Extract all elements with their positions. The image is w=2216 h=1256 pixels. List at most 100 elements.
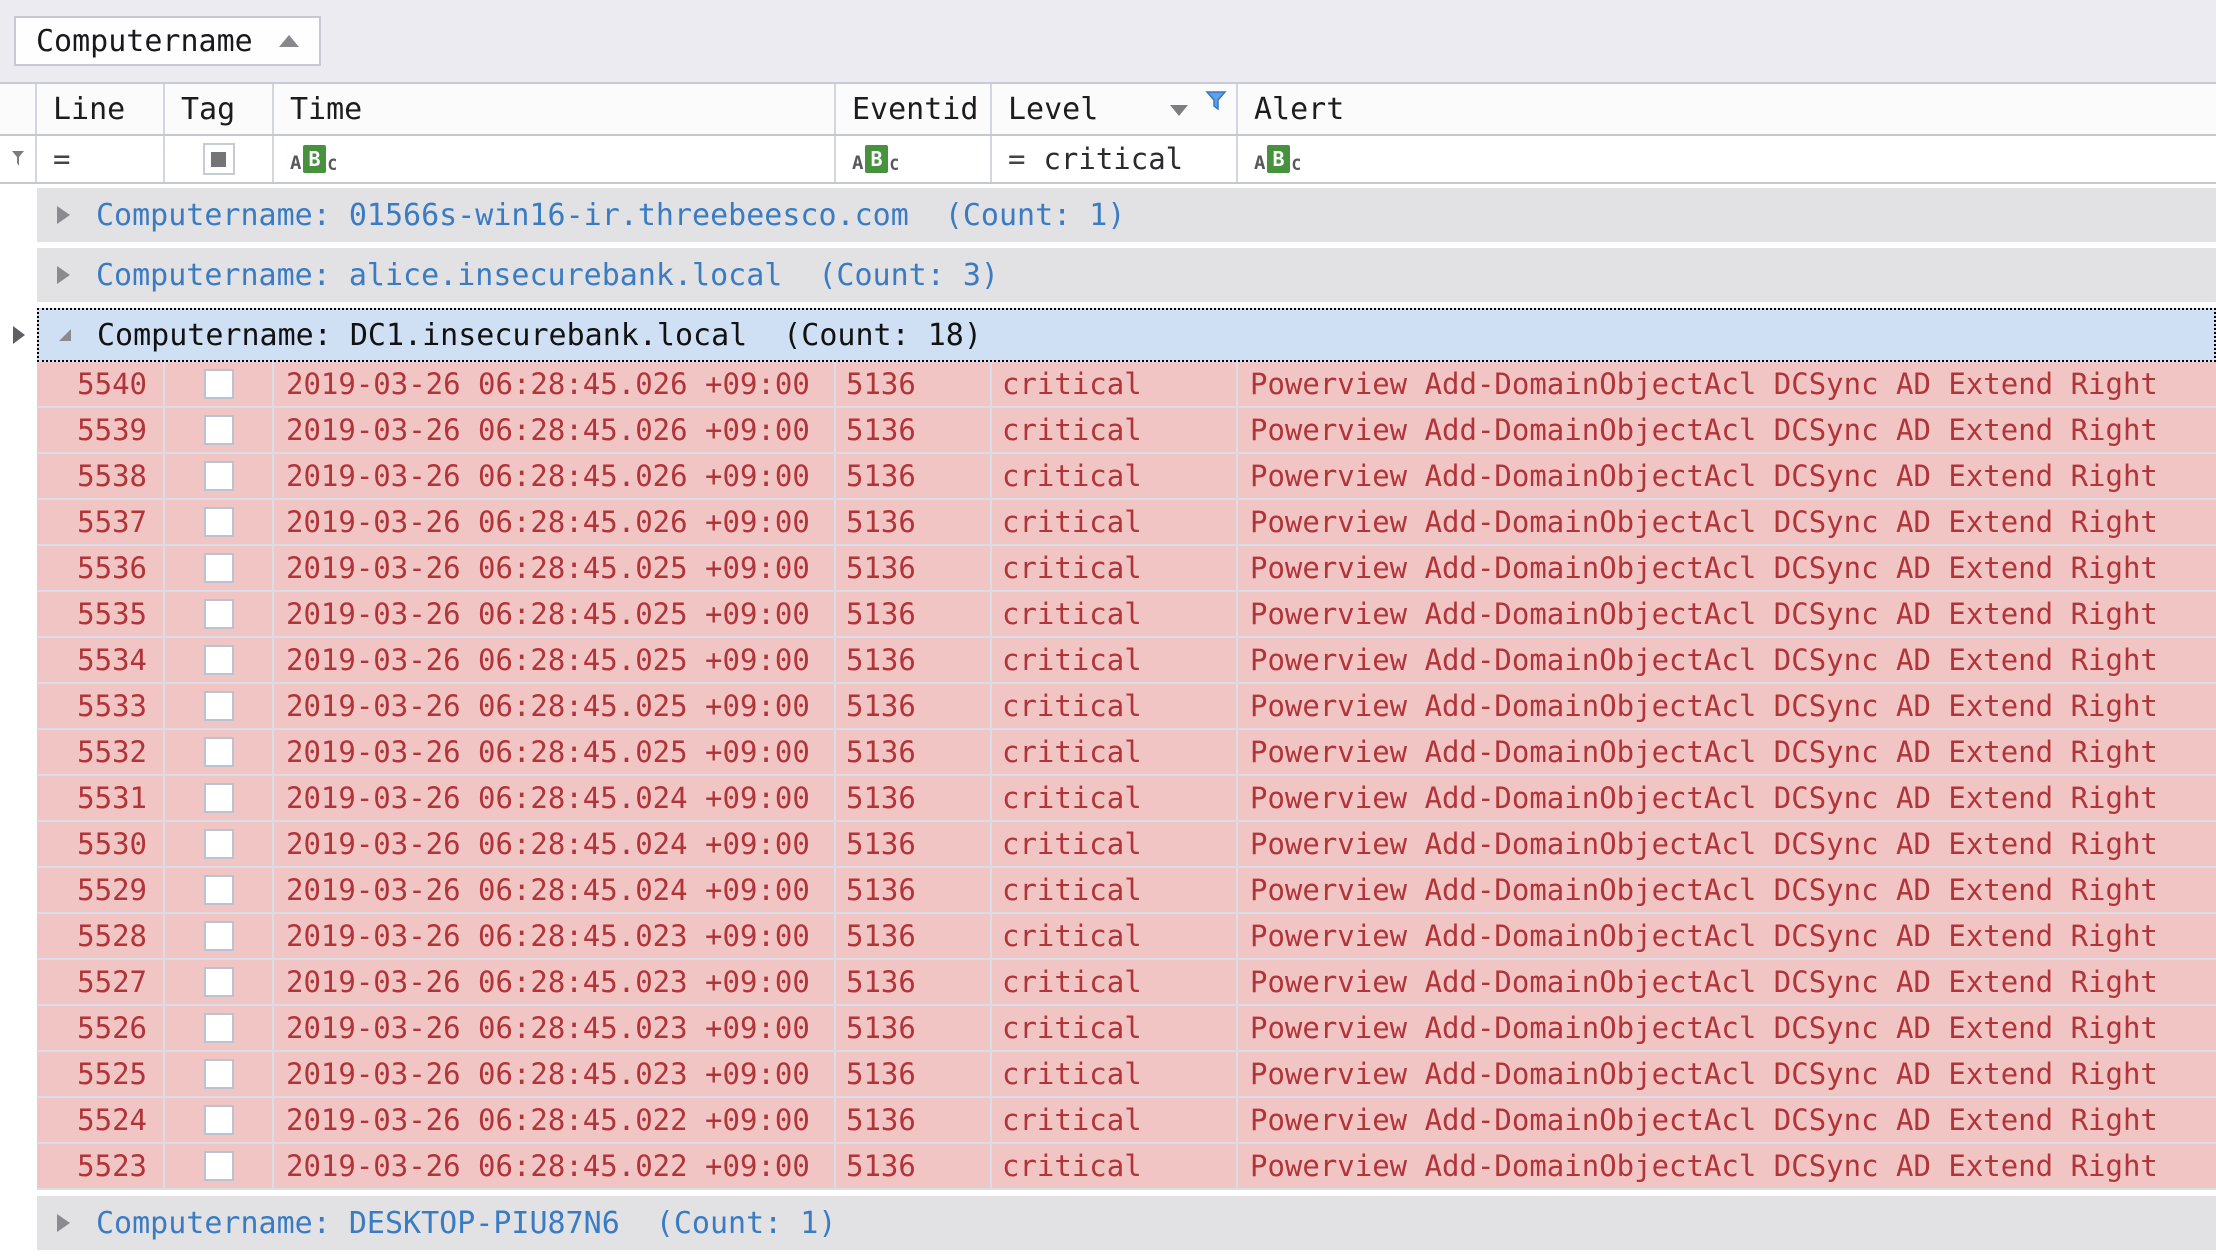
- log-row[interactable]: 5533 2019-03-26 06:28:45.025 +09:00 5136…: [0, 684, 2216, 730]
- time-cell[interactable]: 2019-03-26 06:28:45.023 +09:00: [274, 960, 836, 1006]
- tag-checkbox[interactable]: [204, 1151, 234, 1181]
- tag-checkbox[interactable]: [204, 461, 234, 491]
- group-collapsed-icon[interactable]: [57, 206, 70, 224]
- time-cell[interactable]: 2019-03-26 06:28:45.023 +09:00: [274, 914, 836, 960]
- filter-cell-eventid[interactable]: ABC: [836, 136, 992, 182]
- alert-cell[interactable]: Powerview Add-DomainObjectAcl DCSync AD …: [1238, 1098, 2216, 1144]
- line-cell[interactable]: 5531: [37, 776, 165, 822]
- column-header-line[interactable]: Line: [37, 84, 165, 134]
- tag-cell[interactable]: [165, 1098, 274, 1144]
- line-cell[interactable]: 5539: [37, 408, 165, 454]
- level-cell[interactable]: critical: [992, 1006, 1238, 1052]
- tag-cell[interactable]: [165, 592, 274, 638]
- time-cell[interactable]: 2019-03-26 06:28:45.025 +09:00: [274, 546, 836, 592]
- level-cell[interactable]: critical: [992, 362, 1238, 408]
- eventid-cell[interactable]: 5136: [836, 1098, 992, 1144]
- eventid-cell[interactable]: 5136: [836, 500, 992, 546]
- eventid-cell[interactable]: 5136: [836, 638, 992, 684]
- tag-checkbox[interactable]: [204, 645, 234, 675]
- column-header-alert[interactable]: Alert: [1238, 84, 2216, 134]
- log-row[interactable]: 5535 2019-03-26 06:28:45.025 +09:00 5136…: [0, 592, 2216, 638]
- log-row[interactable]: 5532 2019-03-26 06:28:45.025 +09:00 5136…: [0, 730, 2216, 776]
- log-row[interactable]: 5523 2019-03-26 06:28:45.022 +09:00 5136…: [0, 1144, 2216, 1190]
- eventid-cell[interactable]: 5136: [836, 362, 992, 408]
- filter-cell-level[interactable]: = critical: [992, 136, 1238, 182]
- line-cell[interactable]: 5535: [37, 592, 165, 638]
- level-cell[interactable]: critical: [992, 1098, 1238, 1144]
- time-cell[interactable]: 2019-03-26 06:28:45.023 +09:00: [274, 1006, 836, 1052]
- group-row-bar[interactable]: Computername: DESKTOP-PIU87N6 (Count: 1): [37, 1196, 2216, 1250]
- tag-checkbox[interactable]: [204, 599, 234, 629]
- log-row[interactable]: 5537 2019-03-26 06:28:45.026 +09:00 5136…: [0, 500, 2216, 546]
- alert-cell[interactable]: Powerview Add-DomainObjectAcl DCSync AD …: [1238, 868, 2216, 914]
- group-row-bar[interactable]: Computername: 01566s-win16-ir.threebeesc…: [37, 188, 2216, 242]
- alert-cell[interactable]: Powerview Add-DomainObjectAcl DCSync AD …: [1238, 730, 2216, 776]
- alert-cell[interactable]: Powerview Add-DomainObjectAcl DCSync AD …: [1238, 546, 2216, 592]
- log-row[interactable]: 5527 2019-03-26 06:28:45.023 +09:00 5136…: [0, 960, 2216, 1006]
- alert-cell[interactable]: Powerview Add-DomainObjectAcl DCSync AD …: [1238, 408, 2216, 454]
- level-cell[interactable]: critical: [992, 592, 1238, 638]
- eventid-cell[interactable]: 5136: [836, 1052, 992, 1098]
- time-cell[interactable]: 2019-03-26 06:28:45.026 +09:00: [274, 408, 836, 454]
- tag-cell[interactable]: [165, 914, 274, 960]
- log-row[interactable]: 5524 2019-03-26 06:28:45.022 +09:00 5136…: [0, 1098, 2216, 1144]
- column-header-tag[interactable]: Tag: [165, 84, 274, 134]
- level-cell[interactable]: critical: [992, 684, 1238, 730]
- group-collapsed-icon[interactable]: [57, 1214, 70, 1232]
- line-cell[interactable]: 5525: [37, 1052, 165, 1098]
- log-row[interactable]: 5525 2019-03-26 06:28:45.023 +09:00 5136…: [0, 1052, 2216, 1098]
- contains-abc-filter-icon[interactable]: ABC: [852, 145, 899, 173]
- tag-cell[interactable]: [165, 546, 274, 592]
- eventid-cell[interactable]: 5136: [836, 776, 992, 822]
- tag-checkbox[interactable]: [204, 875, 234, 905]
- tag-checkbox[interactable]: [204, 967, 234, 997]
- tag-cell[interactable]: [165, 1052, 274, 1098]
- log-row[interactable]: 5536 2019-03-26 06:28:45.025 +09:00 5136…: [0, 546, 2216, 592]
- alert-cell[interactable]: Powerview Add-DomainObjectAcl DCSync AD …: [1238, 914, 2216, 960]
- contains-abc-filter-icon[interactable]: ABC: [290, 145, 337, 173]
- group-row[interactable]: Computername: alice.insecurebank.local (…: [0, 248, 2216, 302]
- line-cell[interactable]: 5532: [37, 730, 165, 776]
- time-cell[interactable]: 2019-03-26 06:28:45.025 +09:00: [274, 592, 836, 638]
- tag-checkbox[interactable]: [204, 737, 234, 767]
- tag-checkbox[interactable]: [204, 369, 234, 399]
- group-row-bar[interactable]: Computername: DC1.insecurebank.local (Co…: [37, 308, 2216, 362]
- filter-cell-alert[interactable]: ABC: [1238, 136, 2216, 182]
- level-cell[interactable]: critical: [992, 546, 1238, 592]
- filter-cell-time[interactable]: ABC: [274, 136, 836, 182]
- line-cell[interactable]: 5537: [37, 500, 165, 546]
- filter-cell-tag[interactable]: [165, 136, 274, 182]
- alert-cell[interactable]: Powerview Add-DomainObjectAcl DCSync AD …: [1238, 500, 2216, 546]
- alert-cell[interactable]: Powerview Add-DomainObjectAcl DCSync AD …: [1238, 638, 2216, 684]
- eventid-cell[interactable]: 5136: [836, 1144, 992, 1190]
- tag-cell[interactable]: [165, 500, 274, 546]
- tag-cell[interactable]: [165, 1006, 274, 1052]
- log-row[interactable]: 5540 2019-03-26 06:28:45.026 +09:00 5136…: [0, 362, 2216, 408]
- alert-cell[interactable]: Powerview Add-DomainObjectAcl DCSync AD …: [1238, 960, 2216, 1006]
- alert-cell[interactable]: Powerview Add-DomainObjectAcl DCSync AD …: [1238, 1144, 2216, 1190]
- tag-filter-checkbox[interactable]: [203, 143, 235, 175]
- tag-cell[interactable]: [165, 1144, 274, 1190]
- level-dropdown-arrow-icon[interactable]: [1170, 105, 1188, 116]
- alert-cell[interactable]: Powerview Add-DomainObjectAcl DCSync AD …: [1238, 592, 2216, 638]
- tag-cell[interactable]: [165, 960, 274, 1006]
- tag-cell[interactable]: [165, 730, 274, 776]
- alert-cell[interactable]: Powerview Add-DomainObjectAcl DCSync AD …: [1238, 1006, 2216, 1052]
- line-cell[interactable]: 5530: [37, 822, 165, 868]
- level-cell[interactable]: critical: [992, 1144, 1238, 1190]
- level-cell[interactable]: critical: [992, 914, 1238, 960]
- level-cell[interactable]: critical: [992, 960, 1238, 1006]
- alert-cell[interactable]: Powerview Add-DomainObjectAcl DCSync AD …: [1238, 1052, 2216, 1098]
- level-cell[interactable]: critical: [992, 730, 1238, 776]
- line-cell[interactable]: 5536: [37, 546, 165, 592]
- column-header-eventid[interactable]: Eventid: [836, 84, 992, 134]
- alert-cell[interactable]: Powerview Add-DomainObjectAcl DCSync AD …: [1238, 454, 2216, 500]
- level-cell[interactable]: critical: [992, 408, 1238, 454]
- level-cell[interactable]: critical: [992, 776, 1238, 822]
- line-cell[interactable]: 5533: [37, 684, 165, 730]
- level-cell[interactable]: critical: [992, 1052, 1238, 1098]
- eventid-cell[interactable]: 5136: [836, 546, 992, 592]
- log-row[interactable]: 5530 2019-03-26 06:28:45.024 +09:00 5136…: [0, 822, 2216, 868]
- line-cell[interactable]: 5529: [37, 868, 165, 914]
- log-row[interactable]: 5531 2019-03-26 06:28:45.024 +09:00 5136…: [0, 776, 2216, 822]
